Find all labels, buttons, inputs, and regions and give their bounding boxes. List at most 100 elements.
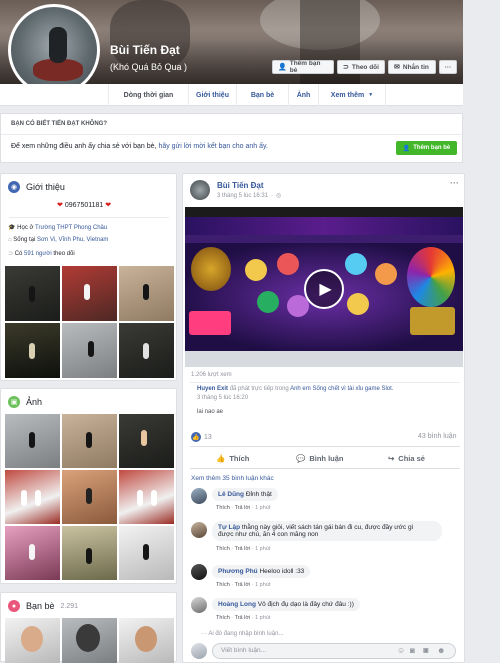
- emoji-icon[interactable]: ☺: [397, 646, 405, 655]
- commenter-avatar[interactable]: [191, 488, 207, 504]
- friends-icon: ●: [8, 600, 20, 612]
- shared-user-link[interactable]: Huyen Exit: [197, 386, 228, 392]
- message-button[interactable]: ✉ Nhắn tin: [388, 60, 436, 74]
- featured-photo[interactable]: [62, 323, 117, 378]
- reaction-summary[interactable]: 👍 13: [191, 432, 212, 442]
- commenter-name[interactable]: Hoàng Long: [218, 601, 256, 608]
- heart-icon: ❤: [105, 202, 112, 209]
- featured-photo[interactable]: [5, 266, 60, 321]
- add-friend-green-button[interactable]: 👤 Thêm bạn bè: [396, 141, 457, 155]
- add-friend-label: Thêm bạn bè: [289, 60, 321, 74]
- commenter-name[interactable]: Phương Phú: [218, 568, 258, 575]
- camera-icon[interactable]: ◙: [410, 646, 415, 655]
- comment-input[interactable]: Viết bình luận... ☺ ◙ ▣ ☻: [212, 643, 456, 659]
- tab-friends[interactable]: Bạn bè: [236, 84, 288, 106]
- comment-bubble: Lê Dũng Đỉnh thật: [212, 488, 278, 501]
- photo-thumbnail[interactable]: [5, 470, 60, 524]
- featured-photo[interactable]: [5, 323, 60, 378]
- hometown-link[interactable]: Sơn Vi, Vĩnh Phu, Vietnam: [37, 237, 108, 243]
- more-comments-link[interactable]: Xem thêm 35 bình luận khác: [191, 475, 274, 482]
- comment-reply-link[interactable]: Trả lời: [235, 582, 251, 588]
- photo-thumbnail[interactable]: [119, 526, 174, 580]
- friend-thumbnail[interactable]: [62, 618, 117, 663]
- followers-link[interactable]: 591 người: [24, 251, 52, 257]
- intro-item-school: 🎓 Học ở Trường THPT Phong Châu: [8, 224, 107, 231]
- shared-group-link[interactable]: Anh em Sống chết vì tài xỉu game Slot.: [290, 386, 393, 392]
- commenter-avatar[interactable]: [191, 522, 207, 538]
- shared-live-line: Huyen Exit đã phát trực tiếp trong Anh e…: [197, 386, 393, 392]
- message-label: Nhắn tin: [402, 63, 429, 71]
- photo-thumbnail[interactable]: [5, 414, 60, 468]
- comments-count[interactable]: 43 bình luận: [418, 433, 457, 440]
- commenter-name[interactable]: Tự Lập: [218, 524, 240, 531]
- spin-wheel-shape: [407, 247, 455, 307]
- gif-icon[interactable]: ▣: [423, 647, 429, 654]
- comment-time[interactable]: 1 phút: [255, 582, 270, 588]
- photo-thumbnail[interactable]: [119, 470, 174, 524]
- intro-item-prefix: Sống tại: [13, 237, 36, 243]
- comment-reply-link[interactable]: Trả lời: [235, 505, 251, 511]
- comment-time[interactable]: 1 phút: [255, 615, 270, 621]
- comment-like-link[interactable]: Thích: [216, 582, 230, 588]
- follow-label: Theo dõi: [351, 63, 379, 71]
- commenter-avatar[interactable]: [191, 597, 207, 613]
- play-button[interactable]: ▶: [304, 269, 344, 309]
- game-token-shape: [245, 259, 267, 281]
- intro-item-followers: ⊃ Có 591 người theo dõi: [8, 250, 75, 257]
- photo-thumbnail[interactable]: [62, 414, 117, 468]
- friend-thumbnail[interactable]: [119, 618, 174, 663]
- sticker-icon[interactable]: ☻: [437, 646, 445, 655]
- more-options-button[interactable]: ···: [439, 60, 457, 74]
- follow-button[interactable]: ⊃ Theo dõi: [337, 60, 385, 74]
- tab-timeline[interactable]: Dòng thời gian: [108, 84, 188, 106]
- friends-title[interactable]: Bạn bè: [26, 601, 55, 611]
- profile-name[interactable]: Bùi Tiến Đạt: [110, 43, 180, 57]
- add-friend-button[interactable]: 👤 Thêm bạn bè: [272, 60, 334, 74]
- video-player[interactable]: ▶: [185, 207, 463, 367]
- commenter-name[interactable]: Lê Dũng: [218, 491, 244, 498]
- tab-photos[interactable]: Ảnh: [288, 84, 318, 106]
- shared-time[interactable]: 3 tháng 5 lúc 16:20: [197, 395, 248, 401]
- do-you-know-box: BẠN CÓ BIẾT TIẾN ĐẠT KHÔNG? Để xem những…: [0, 113, 463, 163]
- intro-item-prefix: Có: [14, 251, 23, 257]
- post-options-icon[interactable]: ···: [450, 178, 459, 188]
- send-friend-request-link[interactable]: hãy gửi lời mời kết bạn cho anh ấy.: [158, 143, 267, 150]
- comment-reply-link[interactable]: Trả lời: [235, 615, 251, 621]
- friend-thumbnail[interactable]: [5, 618, 60, 663]
- post-author-name[interactable]: Bùi Tiến Đạt: [217, 181, 264, 190]
- comment-like-link[interactable]: Thích: [216, 546, 230, 552]
- know-text: Để xem những điều anh ấy chia sẻ với bạn…: [11, 143, 268, 150]
- featured-photo[interactable]: [62, 266, 117, 321]
- comment-time[interactable]: 1 phút: [255, 546, 270, 552]
- tab-about[interactable]: Giới thiệu: [188, 84, 236, 106]
- view-count: 1.206 lượt xem: [191, 372, 232, 378]
- featured-photo[interactable]: [119, 323, 174, 378]
- like-button[interactable]: 👍 Thích: [216, 454, 249, 463]
- photo-thumbnail[interactable]: [62, 470, 117, 524]
- featured-photo[interactable]: [119, 266, 174, 321]
- comment-time[interactable]: 1 phút: [255, 505, 270, 511]
- post-author-avatar[interactable]: [190, 180, 210, 200]
- comment-text: Vô địch đụ dạo là đây chứ đâu :)): [257, 601, 354, 608]
- comment-like-link[interactable]: Thích: [216, 615, 230, 621]
- photo-thumbnail[interactable]: [62, 526, 117, 580]
- comment-label: Bình luận: [309, 454, 344, 463]
- comment-text: Heeloo idoll :33: [259, 568, 305, 575]
- photos-title[interactable]: Ảnh: [26, 397, 42, 407]
- photo-thumbnail[interactable]: [5, 526, 60, 580]
- comment-reply-link[interactable]: Trả lời: [235, 546, 251, 552]
- comment-like-link[interactable]: Thích: [216, 505, 230, 511]
- intro-item-prefix: Học ở: [17, 225, 34, 231]
- school-link[interactable]: Trường THPT Phong Châu: [35, 225, 107, 231]
- browser-bar: [185, 207, 463, 217]
- messenger-icon: ✉: [394, 64, 400, 71]
- tab-more[interactable]: Xem thêm ▼: [318, 84, 386, 106]
- comment-button[interactable]: 💬 Bình luận: [296, 454, 344, 463]
- commenter-avatar[interactable]: [191, 564, 207, 580]
- post-time[interactable]: 3 tháng 5 lúc 16:31: [217, 193, 268, 199]
- profile-picture[interactable]: [8, 4, 100, 96]
- profile-tab-bar: Dòng thời gian Giới thiệu Bạn bè Ảnh Xem…: [0, 84, 463, 106]
- photo-thumbnail[interactable]: [119, 414, 174, 468]
- rss-icon: ⊃: [8, 251, 14, 257]
- share-button[interactable]: ↪ Chia sẻ: [388, 454, 425, 463]
